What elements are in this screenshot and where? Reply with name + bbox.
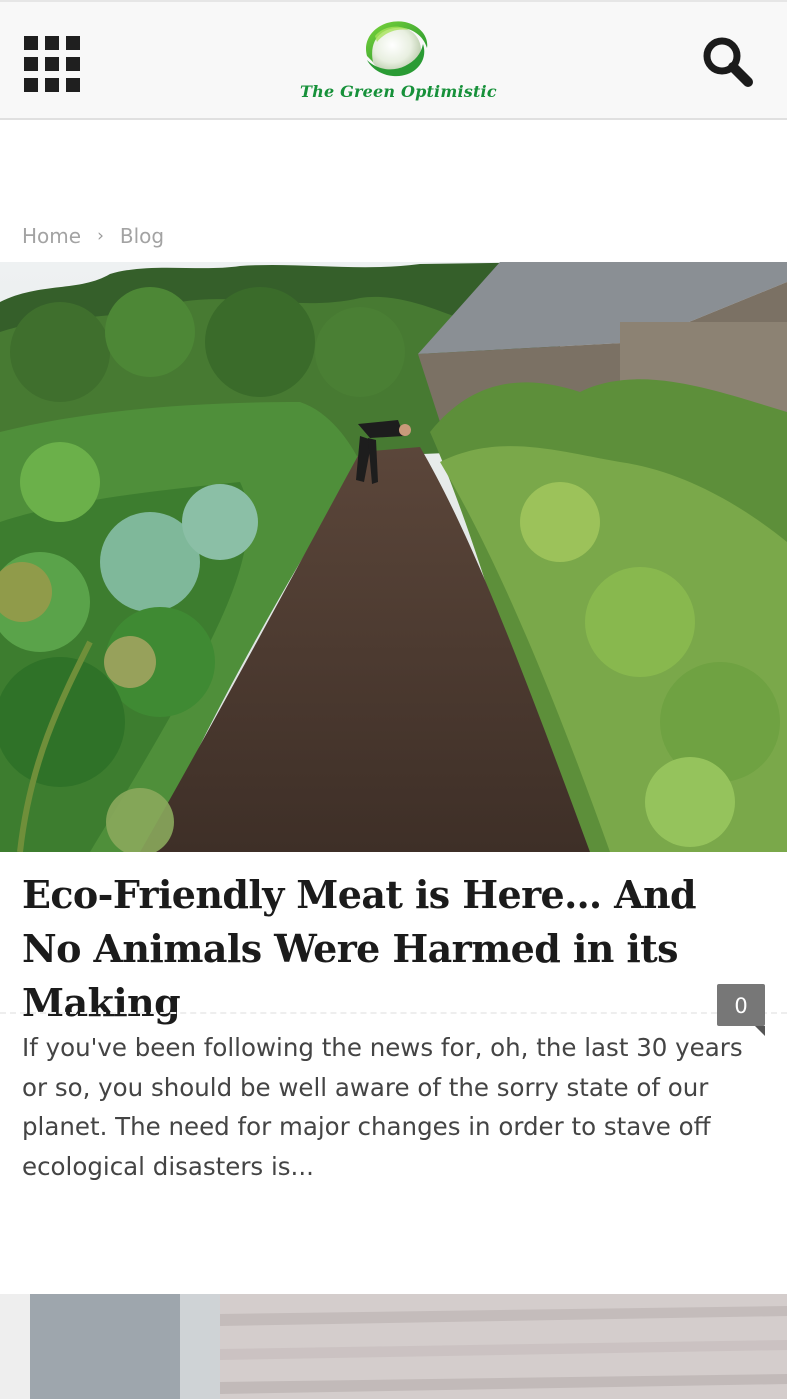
post-title[interactable]: Eco-Friendly Meat is Here… And No Animal… [22, 868, 762, 1030]
breadcrumb-home-link[interactable]: Home [22, 224, 81, 248]
post-excerpt: If you've been following the news for, o… [22, 1033, 743, 1181]
title-divider [0, 1012, 787, 1014]
site-header: The Green Optimistic [0, 0, 787, 120]
logo-text: The Green Optimistic [300, 82, 497, 101]
site-logo[interactable]: The Green Optimistic [300, 16, 497, 108]
comment-count-badge[interactable]: 0 [717, 984, 765, 1036]
breadcrumb-current: Blog [119, 224, 165, 248]
breadcrumb: Home › Blog [22, 222, 164, 250]
logo-globe-icon [365, 21, 428, 77]
next-post-image[interactable] [0, 1294, 787, 1399]
breadcrumb-separator: › [97, 226, 104, 246]
search-icon[interactable] [698, 32, 758, 92]
post-featured-image[interactable] [0, 262, 787, 852]
grid-menu-icon[interactable] [22, 34, 82, 94]
